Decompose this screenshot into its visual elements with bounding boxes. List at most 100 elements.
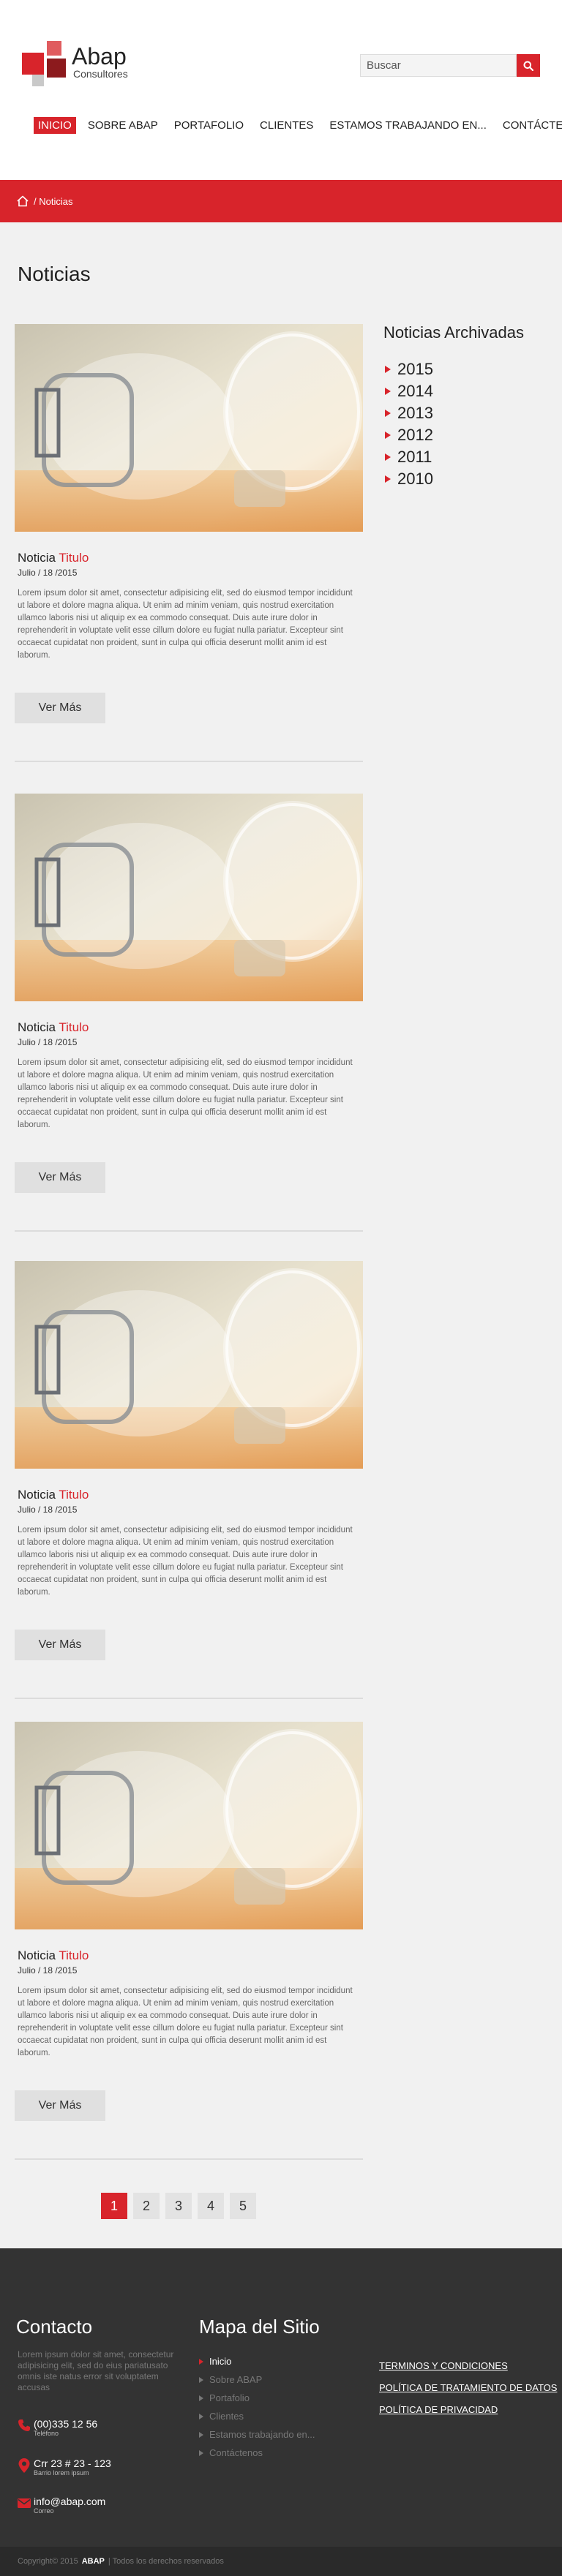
contact-intro: Lorem ipsum dolor sit amet, consectetur … xyxy=(18,2349,174,2392)
news-excerpt: Lorem ipsum dolor sit amet, consectetur … xyxy=(18,1058,353,1129)
news-article: Noticia Titulo Julio / 18 /2015 Lorem ip… xyxy=(15,324,363,763)
envelope-icon xyxy=(18,2498,31,2508)
news-date: Julio / 18 /2015 xyxy=(18,1037,78,1047)
triangle-bullet-icon xyxy=(385,432,391,439)
news-title[interactable]: Noticia Titulo xyxy=(18,1948,89,1963)
triangle-bullet-icon xyxy=(199,2449,203,2456)
news-image xyxy=(15,1722,363,1929)
page-button[interactable]: 4 xyxy=(198,2193,224,2219)
news-title[interactable]: Noticia Titulo xyxy=(18,1020,89,1035)
breadcrumb-current: / Noticias xyxy=(34,195,73,207)
archive-year-item[interactable]: 2010 xyxy=(383,468,433,490)
triangle-bullet-icon xyxy=(199,2431,203,2438)
main-nav: INICIO SOBRE ABAP PORTAFOLIO CLIENTES ES… xyxy=(34,117,562,134)
news-image xyxy=(15,1261,363,1469)
news-excerpt: Lorem ipsum dolor sit amet, consectetur … xyxy=(18,1986,353,2057)
nav-item-estamos-trabajando[interactable]: ESTAMOS TRABAJANDO EN... xyxy=(325,117,490,134)
triangle-bullet-icon xyxy=(385,475,391,483)
news-date: Julio / 18 /2015 xyxy=(18,1965,78,1976)
triangle-bullet-icon xyxy=(199,2376,203,2383)
sitemap-item-sobre-abap[interactable]: Sobre ABAP xyxy=(199,2370,315,2389)
news-image xyxy=(15,794,363,1001)
page-button[interactable]: 1 xyxy=(101,2193,127,2219)
nav-item-sobre-abap[interactable]: SOBRE ABAP xyxy=(83,117,162,134)
read-more-button[interactable]: Ver Más xyxy=(15,1162,105,1193)
home-icon[interactable] xyxy=(16,195,29,207)
read-more-button[interactable]: Ver Más xyxy=(15,2090,105,2121)
copyright-suffix: | Todos los derechos reservados xyxy=(108,2557,224,2566)
search-button[interactable] xyxy=(517,54,540,77)
news-date: Julio / 18 /2015 xyxy=(18,568,78,578)
logo-mark-icon xyxy=(22,41,75,86)
contact-title: Contacto xyxy=(16,2316,93,2338)
page-button[interactable]: 5 xyxy=(230,2193,256,2219)
archive-year-item[interactable]: 2012 xyxy=(383,424,433,446)
article-divider xyxy=(15,761,363,762)
triangle-bullet-icon xyxy=(199,2413,203,2419)
privacy-policy-link[interactable]: POLÍTICA DE PRIVACIDAD xyxy=(379,2399,557,2421)
news-image xyxy=(15,324,363,532)
archive-title: Noticias Archivadas xyxy=(383,323,524,342)
article-divider xyxy=(15,1698,363,1699)
phone-icon xyxy=(18,2419,30,2431)
page-title: Noticias xyxy=(18,263,91,285)
page-button[interactable]: 2 xyxy=(133,2193,160,2219)
site-header: Abap Consultores INICIO SOBRE ABAP PORTA… xyxy=(0,0,562,180)
archive-year-item[interactable]: 2015 xyxy=(383,358,433,380)
data-policy-link[interactable]: POLÍTICA DE TRATAMIENTO DE DATOS xyxy=(379,2377,557,2399)
triangle-bullet-icon xyxy=(385,410,391,417)
contact-phone[interactable]: (00)335 12 56 Teléfono xyxy=(16,2418,97,2437)
copyright-bar: Copyright© 2015 ABAP | Todos los derecho… xyxy=(0,2547,562,2576)
news-article: Noticia Titulo Julio / 18 /2015 Lorem ip… xyxy=(15,1261,363,1700)
archive-year-item[interactable]: 2013 xyxy=(383,402,433,424)
archive-year-item[interactable]: 2014 xyxy=(383,380,433,402)
article-divider xyxy=(15,2158,363,2160)
sitemap-item-estamos-trabajando[interactable]: Estamos trabajando en... xyxy=(199,2425,315,2444)
news-article: Noticia Titulo Julio / 18 /2015 Lorem ip… xyxy=(15,794,363,1232)
news-excerpt: Lorem ipsum dolor sit amet, consectetur … xyxy=(18,589,353,660)
terms-link[interactable]: TERMINOS Y CONDICIONES xyxy=(379,2355,557,2377)
page-button[interactable]: 3 xyxy=(165,2193,192,2219)
search-input[interactable] xyxy=(360,54,517,77)
sitemap-item-portafolio[interactable]: Portafolio xyxy=(199,2389,315,2407)
news-date: Julio / 18 /2015 xyxy=(18,1504,78,1515)
news-title[interactable]: Noticia Titulo xyxy=(18,551,89,565)
news-excerpt: Lorem ipsum dolor sit amet, consectetur … xyxy=(18,1526,353,1597)
copyright-text: Copyright© 2015 xyxy=(18,2557,78,2566)
read-more-button[interactable]: Ver Más xyxy=(15,693,105,723)
sitemap-item-inicio[interactable]: Inicio xyxy=(199,2352,315,2370)
nav-item-clientes[interactable]: CLIENTES xyxy=(255,117,318,134)
nav-item-portafolio[interactable]: PORTAFOLIO xyxy=(170,117,248,134)
read-more-button[interactable]: Ver Más xyxy=(15,1630,105,1660)
sitemap-item-clientes[interactable]: Clientes xyxy=(199,2407,315,2425)
sitemap-item-contactenos[interactable]: Contáctenos xyxy=(199,2444,315,2462)
triangle-bullet-icon xyxy=(199,2358,203,2365)
search-icon xyxy=(523,61,533,71)
pagination: 1 2 3 4 5 xyxy=(101,2193,262,2219)
triangle-bullet-icon xyxy=(385,453,391,461)
sitemap-list: Inicio Sobre ABAP Portafolio Clientes Es… xyxy=(199,2352,315,2462)
legal-links: TERMINOS Y CONDICIONES POLÍTICA DE TRATA… xyxy=(379,2355,557,2421)
search-box xyxy=(360,54,540,77)
contact-email[interactable]: info@abap.com Correo xyxy=(16,2496,105,2515)
archive-year-item[interactable]: 2011 xyxy=(383,446,433,468)
article-divider xyxy=(15,1230,363,1232)
nav-item-contactenos[interactable]: CONTÁCTENOS xyxy=(498,117,562,134)
triangle-bullet-icon xyxy=(199,2395,203,2401)
site-footer: Contacto Lorem ipsum dolor sit amet, con… xyxy=(0,2248,562,2576)
contact-address[interactable]: Crr 23 # 23 - 123 Barrio lorem ipsum xyxy=(16,2458,111,2477)
triangle-bullet-icon xyxy=(385,388,391,395)
logo-title: Abap xyxy=(72,43,127,69)
location-pin-icon xyxy=(18,2458,30,2473)
breadcrumb: / Noticias xyxy=(0,180,562,222)
nav-item-inicio[interactable]: INICIO xyxy=(34,117,76,134)
news-title[interactable]: Noticia Titulo xyxy=(18,1488,89,1502)
sitemap-title: Mapa del Sitio xyxy=(199,2316,320,2338)
news-article: Noticia Titulo Julio / 18 /2015 Lorem ip… xyxy=(15,1722,363,2161)
main-content: Noticias Noticia Titulo Julio / 18 /2015… xyxy=(0,222,562,2248)
logo[interactable]: Abap Consultores xyxy=(22,41,128,86)
triangle-bullet-icon xyxy=(385,366,391,373)
copyright-brand: ABAP xyxy=(81,2557,105,2566)
logo-subtitle: Consultores xyxy=(73,68,128,80)
archive-year-list: 2015 2014 2013 2012 2011 2010 xyxy=(383,358,433,490)
